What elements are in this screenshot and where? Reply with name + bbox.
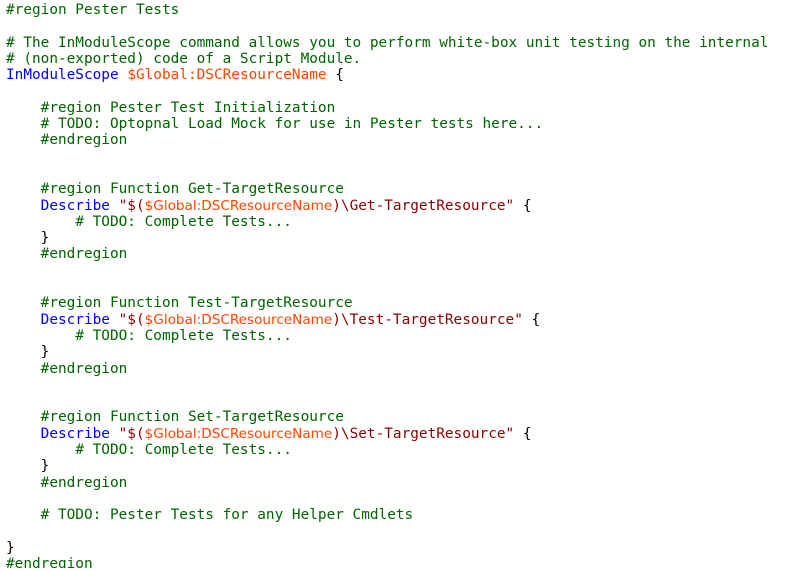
code-string: "$( bbox=[118, 425, 145, 442]
code-comment: #endregion bbox=[40, 246, 128, 263]
code-line[interactable]: InModuleScope $Global:DSCResourceName { bbox=[6, 67, 802, 83]
code-comment: #endregion bbox=[40, 474, 128, 491]
code-line[interactable]: #region Function Get-TargetResource bbox=[6, 181, 802, 197]
code-comment: #region Pester Test Initialization bbox=[40, 99, 336, 116]
code-text: } bbox=[6, 344, 50, 361]
code-text: { bbox=[514, 425, 532, 442]
code-line[interactable]: #region Function Test-TargetResource bbox=[6, 295, 802, 311]
code-comment: #region Function Set-TargetResource bbox=[40, 409, 344, 426]
code-line[interactable]: } bbox=[6, 230, 802, 246]
code-string: "$( bbox=[118, 311, 145, 328]
code-line[interactable] bbox=[6, 279, 802, 295]
code-comment: #region Function Test-TargetResource bbox=[40, 295, 353, 312]
code-line[interactable]: # TODO: Complete Tests... bbox=[6, 214, 802, 230]
code-comment: # TODO: Complete Tests... bbox=[75, 213, 292, 230]
code-line[interactable]: # TODO: Complete Tests... bbox=[6, 328, 802, 344]
code-line[interactable]: #region Pester Test Initialization bbox=[6, 100, 802, 116]
code-line[interactable]: # TODO: Pester Tests for any Helper Cmdl… bbox=[6, 507, 802, 523]
code-line[interactable]: Describe "$($Global:DSCResourceName)\Set… bbox=[6, 426, 802, 442]
code-line[interactable]: } bbox=[6, 458, 802, 474]
code-line[interactable] bbox=[6, 263, 802, 279]
code-line[interactable]: #endregion bbox=[6, 475, 802, 491]
code-variable: $Global:DSCResourceName bbox=[144, 311, 333, 328]
code-text: } bbox=[6, 539, 15, 556]
code-text: { bbox=[514, 197, 532, 214]
code-variable: $Global:DSCResourceName bbox=[144, 425, 333, 442]
code-line[interactable]: # TODO: Complete Tests... bbox=[6, 442, 802, 458]
code-comment: #region Pester Tests bbox=[6, 2, 180, 18]
code-keyword: Describe bbox=[40, 197, 110, 214]
code-line[interactable]: } bbox=[6, 540, 802, 556]
code-text: { bbox=[522, 311, 541, 328]
code-string: )\Test-TargetResource" bbox=[332, 311, 523, 328]
code-line[interactable] bbox=[6, 18, 802, 34]
code-line[interactable]: #endregion bbox=[6, 246, 802, 262]
code-line[interactable]: # (non-exported) code of a Script Module… bbox=[6, 51, 802, 67]
code-string: )\Get-TargetResource" bbox=[332, 197, 515, 214]
code-text: { bbox=[326, 67, 344, 84]
code-line[interactable]: # TODO: Optopnal Load Mock for use in Pe… bbox=[6, 116, 802, 132]
code-text: } bbox=[6, 458, 50, 475]
code-line[interactable] bbox=[6, 83, 802, 99]
code-line[interactable]: Describe "$($Global:DSCResourceName)\Get… bbox=[6, 198, 802, 214]
code-line[interactable]: #endregion bbox=[6, 556, 802, 568]
code-line[interactable]: #region Pester Tests bbox=[6, 2, 802, 18]
code-comment: # TODO: Optopnal Load Mock for use in Pe… bbox=[40, 116, 544, 133]
code-line[interactable] bbox=[6, 377, 802, 393]
code-line[interactable]: Describe "$($Global:DSCResourceName)\Tes… bbox=[6, 312, 802, 328]
code-editor[interactable]: #region Pester Tests # The InModuleScope … bbox=[6, 2, 802, 568]
code-comment: #endregion bbox=[6, 556, 93, 568]
code-line[interactable]: #endregion bbox=[6, 361, 802, 377]
code-comment: #endregion bbox=[40, 132, 128, 149]
code-comment: # TODO: Pester Tests for any Helper Cmdl… bbox=[40, 507, 414, 524]
code-line[interactable] bbox=[6, 524, 802, 540]
code-line[interactable]: #endregion bbox=[6, 132, 802, 148]
code-comment: # (non-exported) code of a Script Module… bbox=[6, 50, 362, 67]
code-keyword: Describe bbox=[40, 425, 110, 442]
code-variable: $Global:DSCResourceName bbox=[127, 67, 327, 84]
code-comment: #region Function Get-TargetResource bbox=[40, 181, 344, 198]
code-text: } bbox=[6, 230, 50, 247]
code-comment: #endregion bbox=[40, 360, 128, 377]
code-comment: # The InModuleScope command allows you t… bbox=[6, 34, 769, 51]
code-comment: # TODO: Complete Tests... bbox=[75, 442, 292, 459]
code-string: )\Set-TargetResource" bbox=[332, 425, 515, 442]
code-line[interactable]: # The InModuleScope command allows you t… bbox=[6, 35, 802, 51]
code-line[interactable] bbox=[6, 491, 802, 507]
code-line[interactable] bbox=[6, 149, 802, 165]
code-variable: $Global:DSCResourceName bbox=[144, 197, 333, 214]
code-line[interactable]: #region Function Set-TargetResource bbox=[6, 409, 802, 425]
code-line[interactable]: } bbox=[6, 344, 802, 360]
code-keyword: InModuleScope bbox=[6, 67, 119, 84]
code-keyword: Describe bbox=[40, 311, 110, 328]
code-string: "$( bbox=[118, 197, 145, 214]
code-line[interactable] bbox=[6, 165, 802, 181]
code-comment: # TODO: Complete Tests... bbox=[75, 327, 292, 344]
code-line[interactable] bbox=[6, 393, 802, 409]
